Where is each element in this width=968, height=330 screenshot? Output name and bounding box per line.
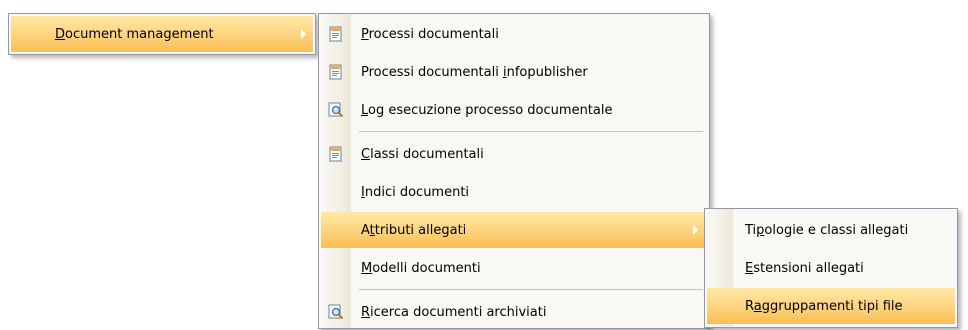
menu-level3: Tipologie e classi allegati Estensioni a… (704, 208, 958, 328)
menu-item-label: Indici documenti (361, 184, 470, 200)
menu-item-document-management[interactable]: Document management (11, 16, 313, 52)
menu-item-processi-documentali[interactable]: Processi documentali (319, 16, 709, 52)
menu-item-label: Processi documentali infopublisher (361, 64, 588, 80)
menu-item-label: Processi documentali (361, 26, 499, 42)
document-process-icon (328, 26, 344, 42)
menu-item-label: Ricerca documenti archiviati (361, 304, 547, 320)
menu-item-ricerca-documenti-archiviati[interactable]: Ricerca documenti archiviati (319, 294, 709, 330)
menu-item-attributi-allegati[interactable]: Attributi allegati (321, 212, 707, 248)
menu-item-label: Attributi allegati (361, 222, 467, 238)
submenu-arrow-icon (301, 29, 306, 39)
menu-separator (359, 289, 703, 290)
menu-item-estensioni-allegati[interactable]: Estensioni allegati (705, 250, 957, 286)
menu-item-indici-documenti[interactable]: Indici documenti (319, 174, 709, 210)
menu-item-tipologie-classi-allegati[interactable]: Tipologie e classi allegati (705, 212, 957, 248)
menu-item-label: Modelli documenti (361, 260, 481, 276)
menu-item-label: Tipologie e classi allegati (745, 222, 909, 238)
menu-item-label: Log esecuzione processo documentale (361, 102, 613, 118)
menu-item-label: Raggruppamenti tipi file (745, 298, 903, 314)
document-process-icon (328, 146, 344, 162)
menu-item-modelli-documenti[interactable]: Modelli documenti (319, 250, 709, 286)
menu-item-classi-documentali[interactable]: Classi documentali (319, 136, 709, 172)
menu-item-label: Estensioni allegati (745, 260, 864, 276)
menu-level2: Processi documentali Processi documental… (318, 13, 710, 329)
log-search-icon (328, 304, 344, 320)
menu-item-processi-documentali-infopublisher[interactable]: Processi documentali infopublisher (319, 54, 709, 90)
menu-item-raggruppamenti-tipi-file[interactable]: Raggruppamenti tipi file (707, 288, 955, 324)
menu-level1: Document management (8, 13, 316, 55)
menu-item-label: Classi documentali (361, 146, 484, 162)
menu-separator (359, 131, 703, 132)
menu-item-label: Document management (55, 26, 214, 42)
log-search-icon (328, 102, 344, 118)
document-process-icon (328, 64, 344, 80)
submenu-arrow-icon (693, 225, 698, 235)
menu-item-log-esecuzione[interactable]: Log esecuzione processo documentale (319, 92, 709, 128)
